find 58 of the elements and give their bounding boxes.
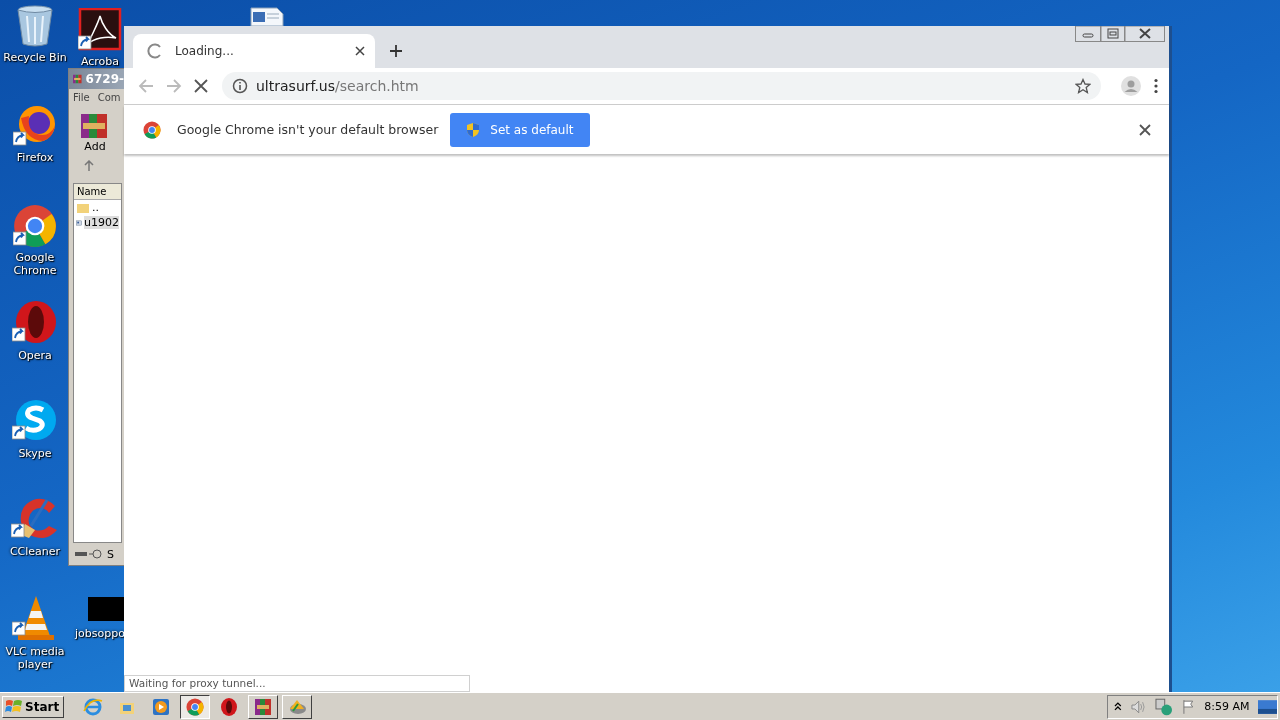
clock[interactable]: 8:59 AM [1204,700,1250,713]
desktop-icon-label[interactable]: Acroba [80,55,120,68]
recycle-bin-icon [15,4,55,48]
set-as-default-button[interactable]: Set as default [450,112,590,147]
close-icon[interactable] [1139,123,1151,136]
archive-books-icon [80,112,110,140]
up-arrow-icon[interactable] [83,160,95,172]
new-tab-icon[interactable] [389,44,403,58]
drive-key-icon [75,549,103,559]
desktop-icon-label[interactable]: Firefox [16,151,54,164]
fox-globe-icon [13,104,57,148]
info-icon[interactable] [232,78,248,94]
desktop-icon-label[interactable]: Recycle Bin [3,51,67,64]
column-header[interactable]: Name [74,184,121,200]
status-text: S [107,547,114,561]
infobar-message: Google Chrome isn't your default browser [177,122,439,137]
tab-title: Loading... [175,44,235,58]
add-toolbar-button[interactable]: Add [69,106,109,153]
close-icon[interactable] [355,46,365,56]
close-icon[interactable] [1125,26,1165,42]
window-title: 6729- [85,72,124,86]
menu-item[interactable]: Com [97,92,121,103]
star-icon[interactable] [1075,78,1091,94]
desktop-icon-label[interactable]: Google Chrome [0,251,70,277]
show-desktop-icon[interactable] [1257,698,1277,715]
restore-icon[interactable] [1101,26,1125,42]
menu-item[interactable]: File [73,92,90,103]
folder-icon [76,201,90,214]
start-button[interactable]: Start [2,695,65,718]
taskbar-button[interactable] [180,694,211,719]
minimize-icon[interactable] [1075,26,1101,42]
avatar-icon[interactable] [1121,76,1141,96]
status-bubble: Waiting for proxy tunnel... [124,675,470,692]
o-logo-icon [12,300,58,346]
network-icon[interactable] [1155,697,1173,716]
ie-e-icon [83,696,104,717]
browser-icon [143,120,161,139]
file-name[interactable]: .. [92,201,99,214]
menu-icon[interactable] [1153,78,1159,94]
desktop-icon-label[interactable]: Skype [18,447,52,460]
address-bar[interactable]: ultrasurf.us/search.htm [222,72,1101,100]
shield-icon [466,121,481,138]
desktop-icon-label[interactable]: CCleaner [9,545,61,558]
play-icon [151,696,172,717]
url-text: ultrasurf.us/search.htm [256,78,419,94]
desktop-icon-label[interactable]: Opera [18,349,52,362]
browser-icon [186,697,205,716]
browser-tab[interactable]: Loading... [133,34,375,68]
o-logo-icon [220,696,239,717]
browser-icon [13,204,57,248]
windows-logo-icon [5,698,23,715]
pdf-app-icon [78,8,122,52]
desktop-icon-label[interactable]: jobsoppo [75,627,125,640]
chevron-up-icon[interactable] [1114,701,1122,712]
desktop-icon-label[interactable]: VLC media player [0,645,70,671]
stop-icon[interactable] [194,79,208,93]
archive-books-icon [253,696,274,717]
file-name[interactable]: u1902 [84,216,119,229]
